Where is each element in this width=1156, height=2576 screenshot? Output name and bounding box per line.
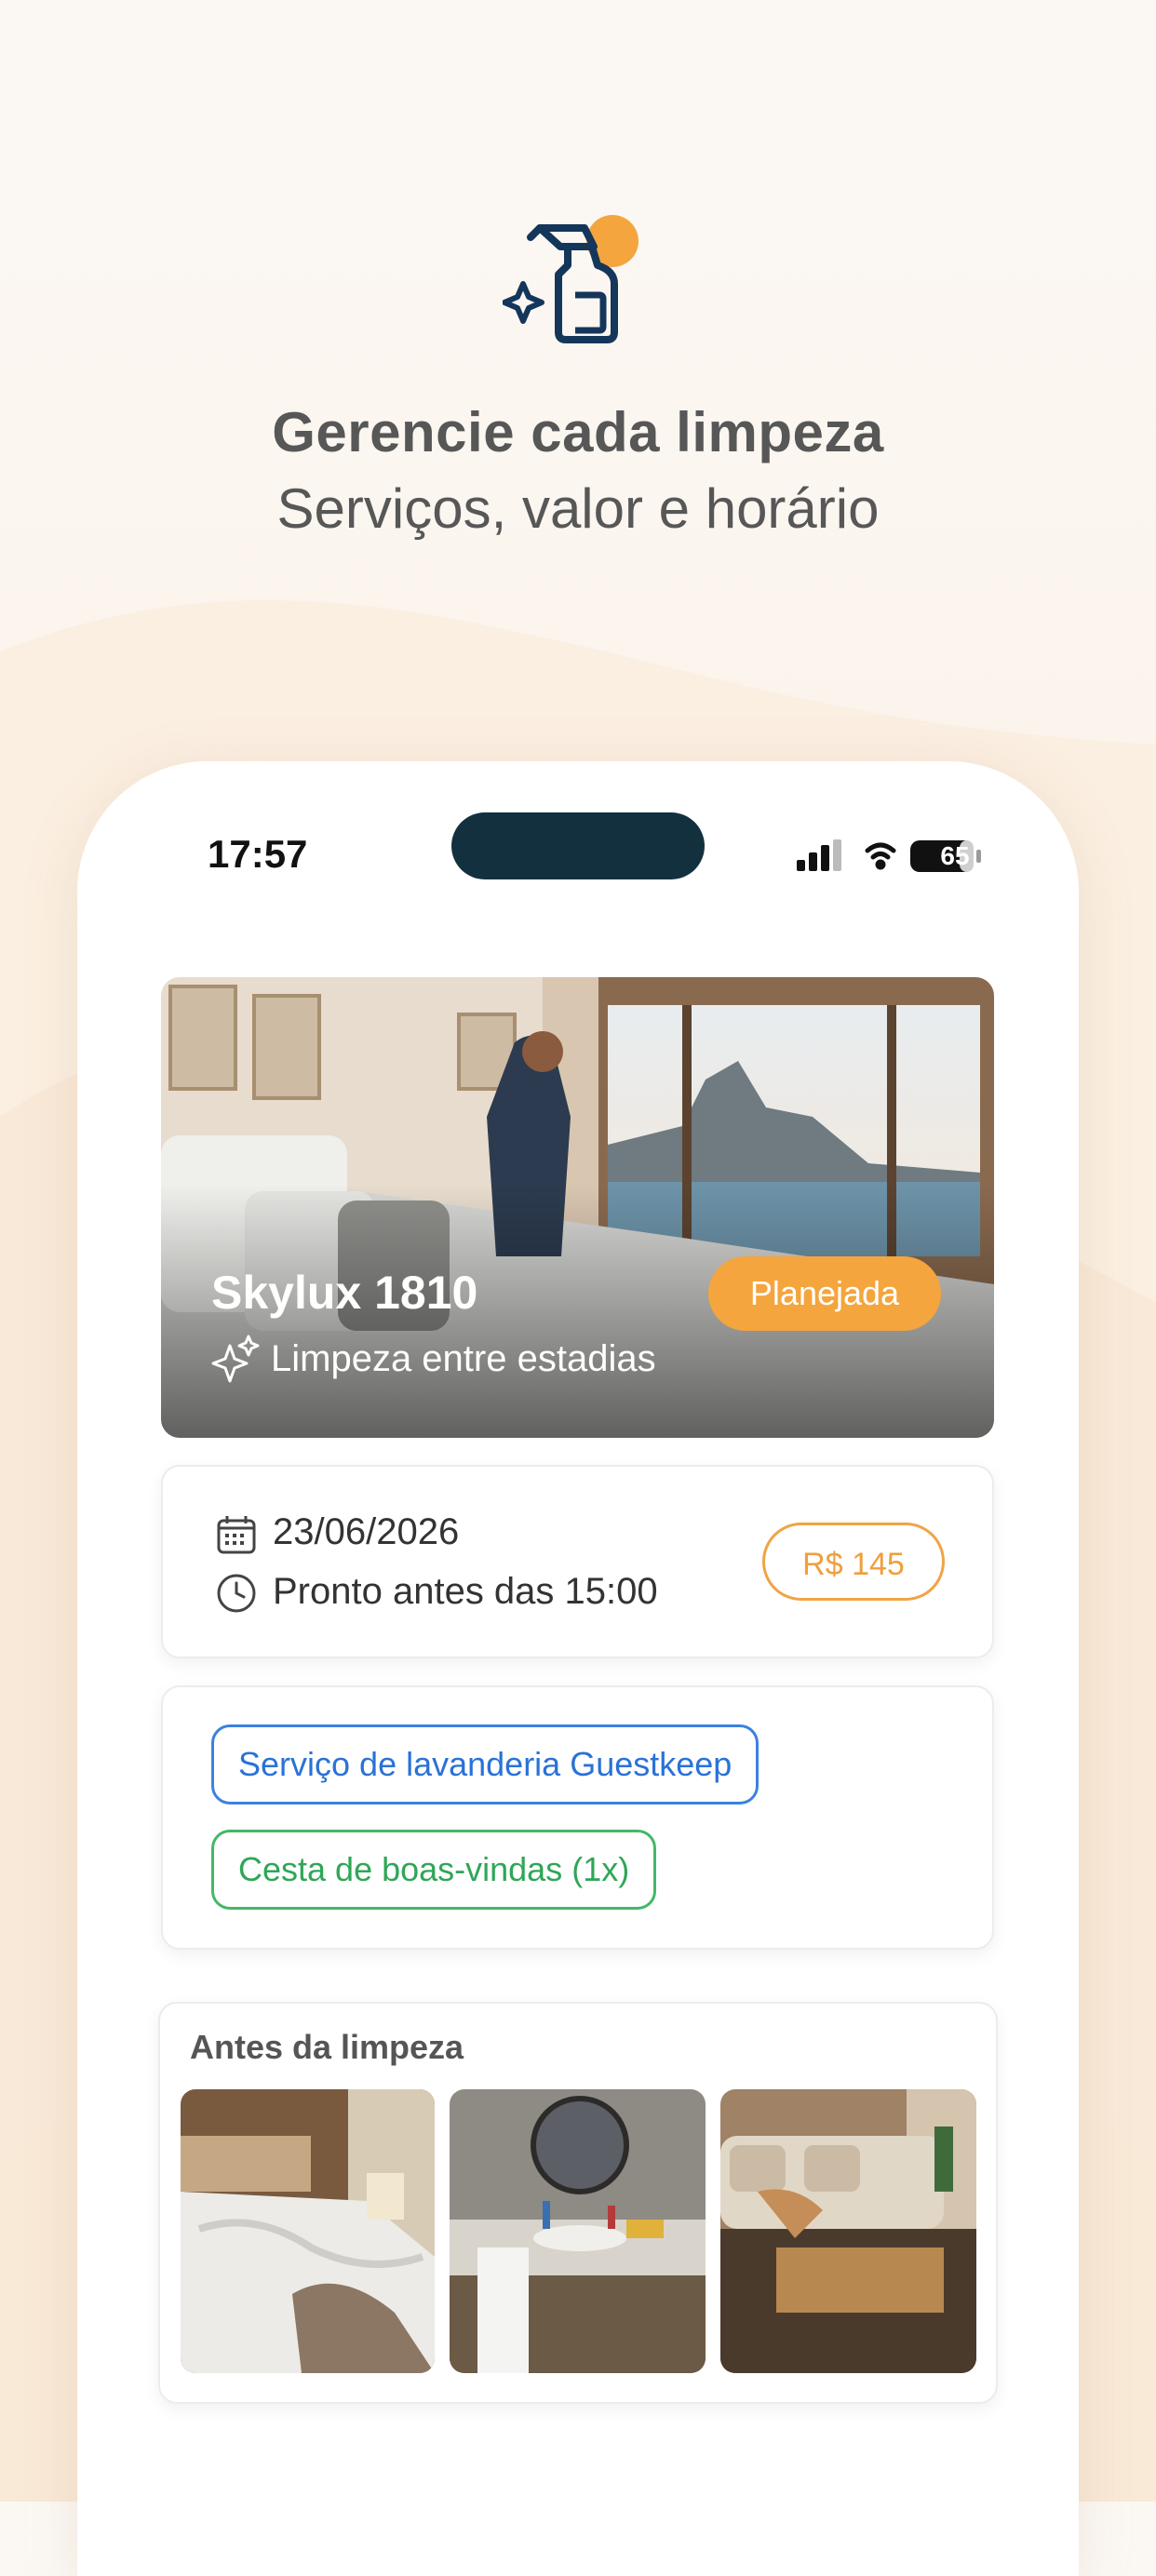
service-tag-welcome-basket[interactable]: Cesta de boas-vindas (1x) [211,1830,657,1910]
property-name: Skylux 1810 [211,1267,478,1319]
cleaning-type: Limpeza entre estadias [271,1338,656,1379]
cleaning-spray-icon [503,215,638,343]
before-cleaning-title: Antes da limpeza [190,2028,464,2066]
before-photo-bathroom[interactable] [450,2089,706,2373]
ready-by-time: Pronto antes das 15:00 [273,1571,658,1612]
sparkle-icon [211,1335,260,1383]
battery-level: 65 [940,841,970,870]
clock-icon [217,1574,256,1613]
before-photo-living-room[interactable] [720,2089,976,2373]
dynamic-island [451,812,705,879]
headline: Gerencie cada limpeza [272,401,884,463]
price-badge: R$ 145 [762,1523,945,1601]
signal-icon [797,839,841,871]
cleaning-hero-card[interactable]: Skylux 1810 Limpeza entre estadias Plane… [161,977,994,1438]
status-time: 17:57 [208,832,308,876]
subline: Serviços, valor e horário [276,477,880,540]
wifi-icon [865,842,896,870]
services-card: Serviço de lavanderia Guestkeep Cesta de… [161,1685,994,1950]
calendar-icon [217,1516,256,1554]
before-cleaning-card: Antes da limpeza [158,2002,998,2404]
service-tag-laundry[interactable]: Serviço de lavanderia Guestkeep [211,1724,759,1805]
before-photo-bedroom[interactable] [181,2089,435,2373]
status-badge: Planejada [708,1256,941,1331]
phone-frame: 17:57 65 Skylux 1810 Limpeza entre estad… [77,761,1079,2576]
cleaning-date: 23/06/2026 [273,1511,460,1552]
schedule-card[interactable]: 23/06/2026 Pronto antes das 15:00 R$ 145 [161,1465,994,1658]
